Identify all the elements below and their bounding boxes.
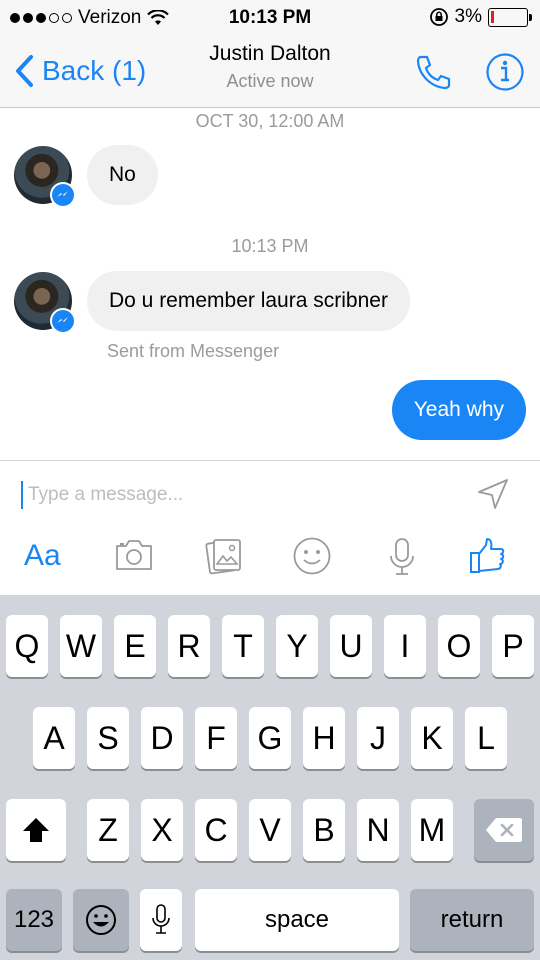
key-k[interactable]: K <box>411 707 453 769</box>
nav-bar: Back (1) Justin Dalton Active now <box>0 36 540 108</box>
key-d[interactable]: D <box>141 707 183 769</box>
incoming-message[interactable]: Do u remember laura scribner <box>87 271 410 331</box>
battery-icon <box>488 7 532 27</box>
key-a[interactable]: A <box>33 707 75 769</box>
key-t[interactable]: T <box>222 615 264 677</box>
text-cursor <box>21 481 23 509</box>
photo-gallery-icon[interactable] <box>204 536 244 576</box>
key-z[interactable]: Z <box>87 799 129 861</box>
key-v[interactable]: V <box>249 799 291 861</box>
timestamp: OCT 30, 12:00 AM <box>195 111 345 131</box>
outgoing-message[interactable]: Yeah why <box>391 380 526 440</box>
status-right: 3% <box>429 6 532 28</box>
key-g[interactable]: G <box>249 707 291 769</box>
delete-key[interactable] <box>474 799 534 861</box>
contact-name[interactable]: Justin Dalton <box>0 42 540 66</box>
battery-percent: 3% <box>454 6 482 27</box>
numbers-key[interactable]: 123 <box>6 889 62 951</box>
incoming-message[interactable]: No <box>87 145 158 205</box>
rotation-lock-icon <box>429 8 448 26</box>
return-key[interactable]: return <box>410 889 534 951</box>
dictation-key[interactable] <box>140 889 182 951</box>
key-r[interactable]: R <box>168 615 210 677</box>
key-x[interactable]: X <box>141 799 183 861</box>
shift-key[interactable] <box>6 799 66 861</box>
messenger-badge-icon <box>50 308 76 334</box>
emoji-keyboard-key[interactable] <box>73 889 129 951</box>
key-f[interactable]: F <box>195 707 237 769</box>
key-p[interactable]: P <box>492 615 534 677</box>
key-s[interactable]: S <box>87 707 129 769</box>
key-n[interactable]: N <box>357 799 399 861</box>
message-input[interactable]: Type a message... <box>28 484 183 506</box>
key-i[interactable]: I <box>384 615 426 677</box>
key-b[interactable]: B <box>303 799 345 861</box>
text-format-button[interactable]: Aa <box>24 539 61 573</box>
key-h[interactable]: H <box>303 707 345 769</box>
info-icon[interactable] <box>485 52 525 92</box>
avatar[interactable] <box>14 146 76 208</box>
key-l[interactable]: L <box>465 707 507 769</box>
key-c[interactable]: C <box>195 799 237 861</box>
emoji-icon <box>86 905 116 935</box>
keyboard: Q W E R T Y U I O P A S D F G H J K L Z … <box>0 595 540 960</box>
messenger-badge-icon <box>50 182 76 208</box>
key-y[interactable]: Y <box>276 615 318 677</box>
thumbs-up-icon[interactable] <box>468 536 506 576</box>
space-key[interactable]: space <box>195 889 399 951</box>
phone-call-icon[interactable] <box>413 52 453 92</box>
send-icon[interactable] <box>476 477 510 511</box>
timestamp: 10:13 PM <box>231 236 309 256</box>
key-w[interactable]: W <box>60 615 102 677</box>
key-u[interactable]: U <box>330 615 372 677</box>
status-bar: Verizon 10:13 PM 3% <box>0 0 540 36</box>
key-m[interactable]: M <box>411 799 453 861</box>
sent-from-note: Sent from Messenger <box>107 341 280 361</box>
contact-status: Active now <box>226 71 314 91</box>
microphone-icon[interactable] <box>387 536 417 578</box>
key-q[interactable]: Q <box>6 615 48 677</box>
key-j[interactable]: J <box>357 707 399 769</box>
camera-icon[interactable] <box>114 536 154 574</box>
message-thread[interactable]: OCT 30, 12:00 AM No 10:13 PM Do u rememb… <box>0 108 540 460</box>
key-e[interactable]: E <box>114 615 156 677</box>
key-o[interactable]: O <box>438 615 480 677</box>
shift-arrow-icon <box>23 818 49 842</box>
backspace-icon <box>486 818 522 842</box>
avatar[interactable] <box>14 272 76 334</box>
composer: Type a message... Aa <box>0 460 540 595</box>
microphone-icon <box>152 904 170 934</box>
emoji-icon[interactable] <box>292 536 332 576</box>
